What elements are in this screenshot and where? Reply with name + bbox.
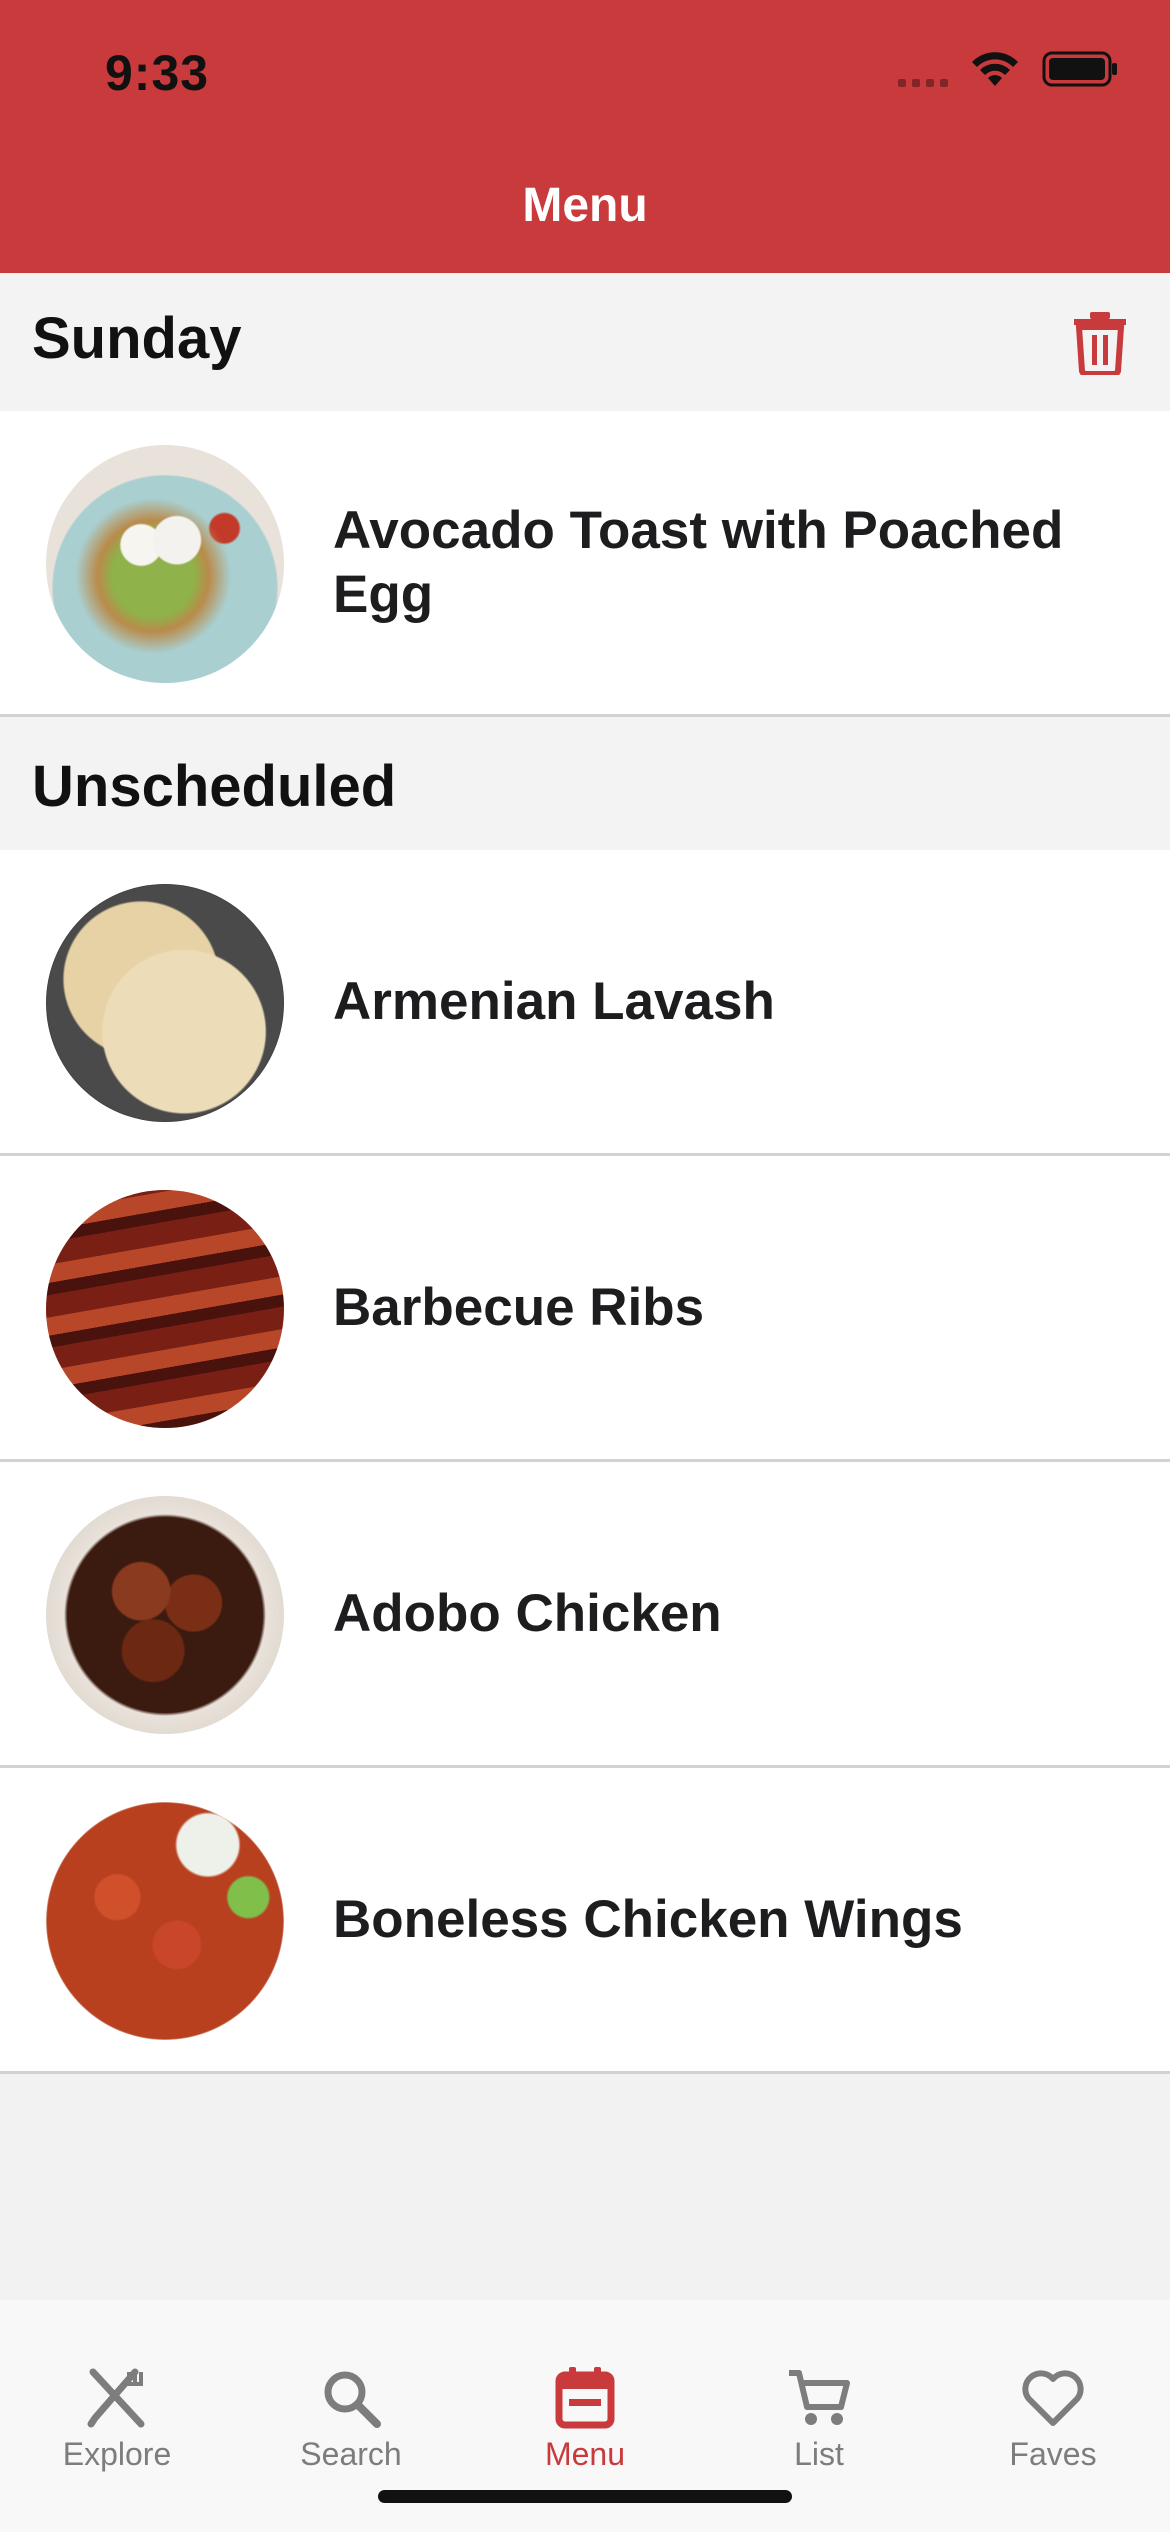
list-item[interactable]: Adobo Chicken <box>0 1462 1170 1768</box>
page-title: Menu <box>522 179 648 232</box>
calendar-icon <box>555 2367 615 2429</box>
battery-icon <box>1042 51 1117 87</box>
heart-icon <box>1022 2370 1084 2426</box>
tab-menu[interactable]: Menu <box>468 2366 702 2473</box>
home-indicator <box>378 2490 792 2503</box>
section-header-unscheduled: Unscheduled <box>0 717 1170 855</box>
nav-bar: 9:33 Menu <box>0 0 1170 273</box>
recipe-title: Barbecue Ribs <box>333 1277 705 1337</box>
status-time: 9:33 <box>105 45 210 101</box>
cellular-signal-icon <box>898 51 948 87</box>
adobo-chicken-photo <box>46 1496 284 1734</box>
section-header-sunday: Sunday <box>0 273 1170 411</box>
cart-icon <box>789 2370 850 2425</box>
wifi-icon <box>972 52 1018 86</box>
tab-search[interactable]: Search <box>234 2366 468 2473</box>
tab-label: Search <box>300 2436 402 2472</box>
list-item[interactable]: Avocado Toast with Poached Egg <box>0 411 1170 717</box>
avocado-toast-photo <box>46 445 284 683</box>
ribs-photo <box>46 1190 284 1428</box>
tab-label: Menu <box>544 2436 626 2472</box>
recipe-title: Avocado Toast with Poached Egg <box>333 500 1064 624</box>
list-item[interactable]: Barbecue Ribs <box>0 1156 1170 1462</box>
tab-list[interactable]: List <box>702 2366 936 2473</box>
tab-label: List <box>794 2436 844 2472</box>
tab-label: Faves <box>1009 2436 1097 2472</box>
recipe-title: Adobo Chicken <box>333 1583 722 1643</box>
lavash-photo <box>46 884 284 1122</box>
recipe-title: Armenian Lavash <box>333 971 775 1031</box>
fork-knife-icon <box>87 2368 145 2428</box>
section-title: Sunday <box>32 306 242 371</box>
tab-explore[interactable]: Explore <box>0 2366 234 2473</box>
trash-icon[interactable] <box>1072 311 1128 375</box>
status-icons <box>898 50 1118 88</box>
search-icon <box>324 2371 381 2428</box>
tab-faves[interactable]: Faves <box>936 2366 1170 2473</box>
chicken-wings-photo <box>46 1802 284 2040</box>
section-title: Unscheduled <box>32 754 397 819</box>
list-item[interactable]: Boneless Chicken Wings <box>0 1768 1170 2074</box>
list-item[interactable]: Armenian Lavash <box>0 850 1170 1156</box>
recipe-title: Boneless Chicken Wings <box>333 1889 963 1949</box>
tab-label: Explore <box>62 2436 172 2472</box>
